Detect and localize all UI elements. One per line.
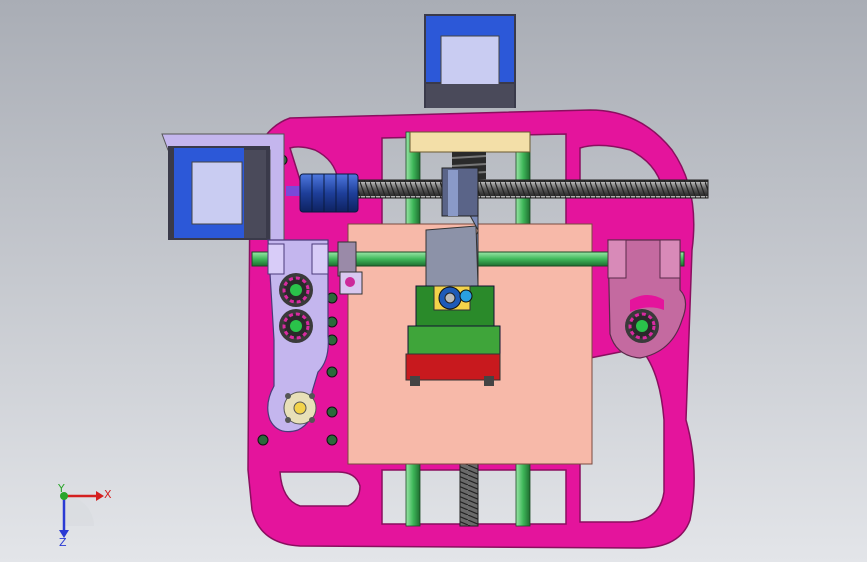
top-stepper-motor[interactable] [424, 14, 516, 108]
left-stepper-motor[interactable] [168, 146, 270, 240]
cad-scene: X Y Z [0, 0, 867, 562]
horizontal-lead-screw[interactable] [353, 179, 709, 199]
left-roller-upper[interactable] [279, 273, 313, 307]
green-carriage[interactable] [405, 285, 501, 386]
left-pivot-hub[interactable] [283, 391, 317, 425]
triad-y-label: Y [57, 482, 65, 495]
triad-x-label: X [104, 488, 112, 501]
vertical-lead-screw[interactable] [459, 461, 479, 527]
left-roller-lower[interactable] [279, 309, 313, 343]
triad-z-label: Z [59, 536, 67, 549]
cad-viewport[interactable]: X Y Z [0, 0, 867, 562]
right-roller[interactable] [625, 309, 659, 343]
top-bracket[interactable] [409, 131, 531, 153]
